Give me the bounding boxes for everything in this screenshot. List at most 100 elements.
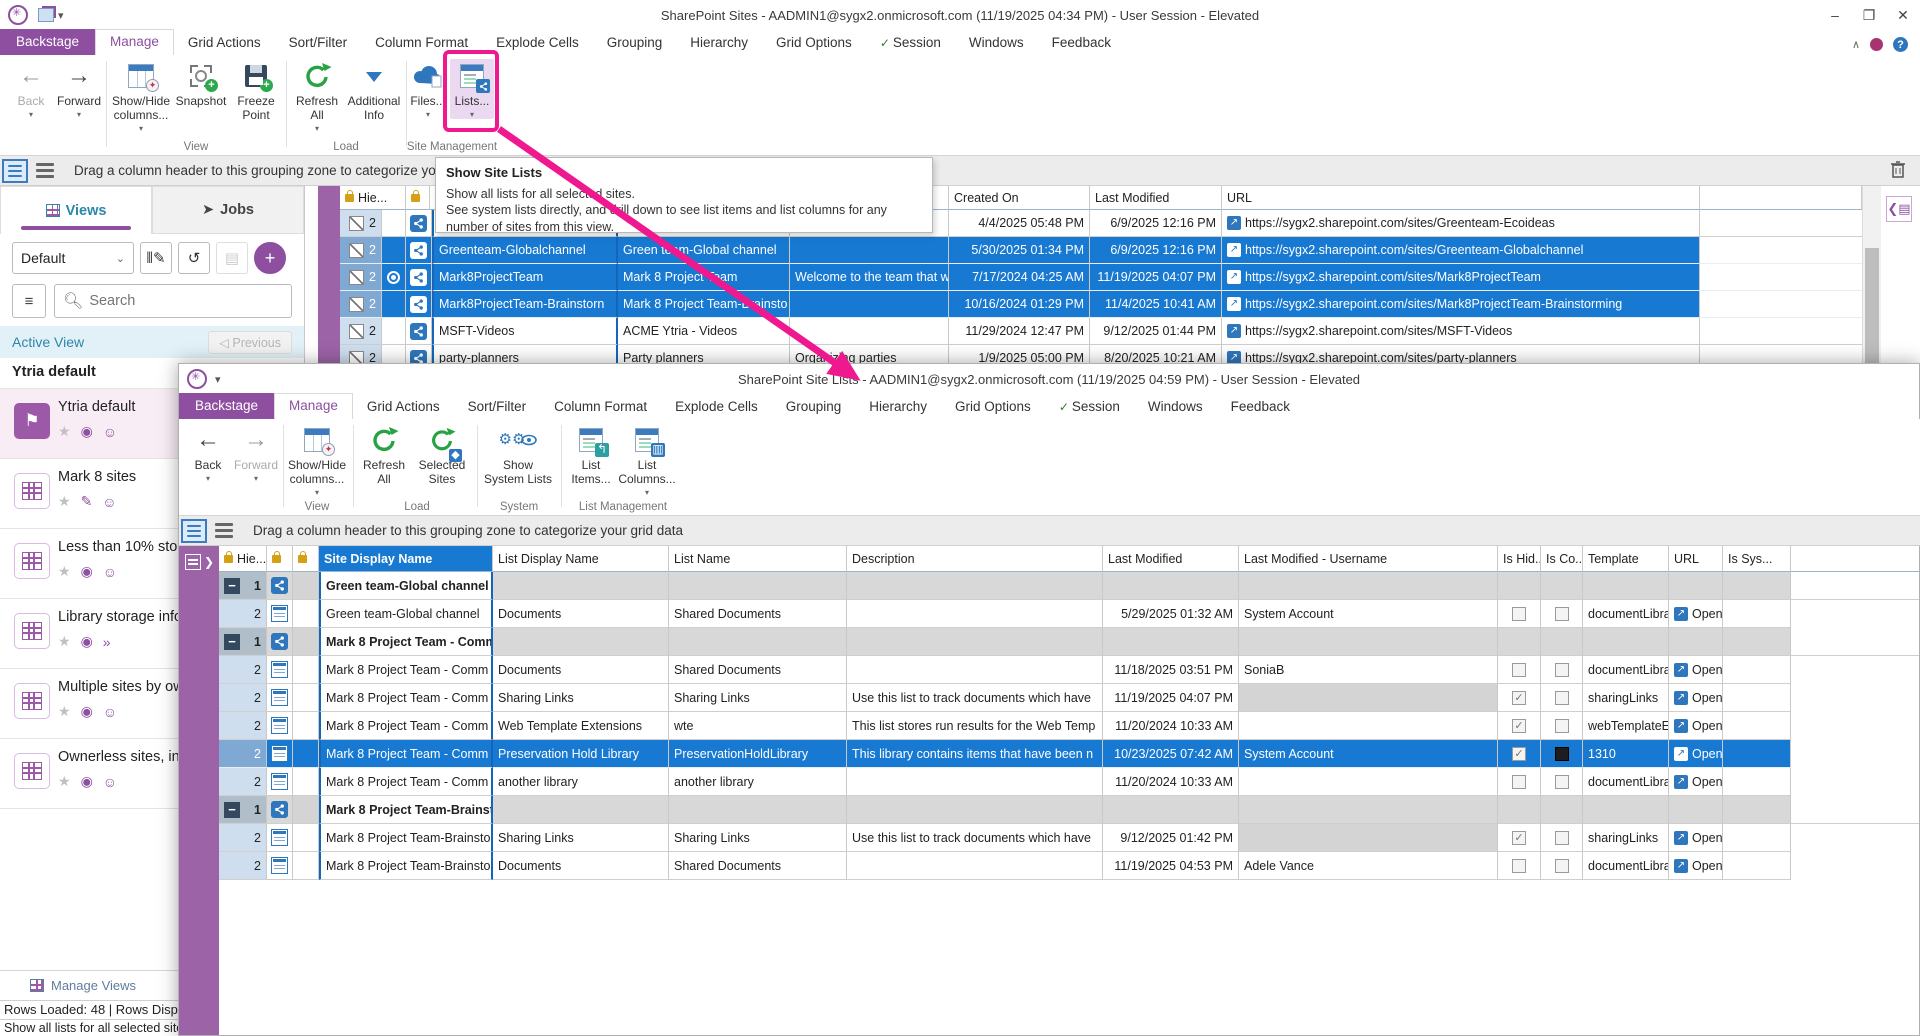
grid-tools-icon[interactable]: ❯ <box>185 554 215 570</box>
grid-view-toggle-icon[interactable] <box>2 159 28 183</box>
is-hidden-cell[interactable] <box>1498 656 1541 684</box>
username-cell[interactable] <box>1239 684 1498 712</box>
row-checkbox[interactable] <box>349 297 364 312</box>
column-header[interactable]: Last Modified <box>1090 186 1222 210</box>
open-list-icon[interactable]: ↗ <box>1674 719 1688 733</box>
last-modified-cell[interactable]: 10/23/2025 07:42 AM <box>1103 740 1239 768</box>
list-name-cell[interactable]: wte <box>669 712 847 740</box>
column-header[interactable]: Hie... <box>219 546 267 572</box>
username-cell[interactable]: System Account <box>1239 600 1498 628</box>
back-button[interactable]: ← Back▾ <box>10 59 52 119</box>
column-header[interactable]: URL <box>1669 546 1723 572</box>
list-view-toggle-icon[interactable] <box>211 519 237 543</box>
last-modified-cell[interactable]: 11/4/2025 10:41 AM <box>1090 291 1222 318</box>
site-name-cell[interactable]: party-planners <box>432 345 618 363</box>
list-name-cell[interactable]: Sharing Links <box>669 824 847 852</box>
description-cell[interactable] <box>847 600 1103 628</box>
description-cell[interactable] <box>790 291 949 318</box>
open-link[interactable]: Open <box>1692 691 1723 705</box>
column-header[interactable] <box>1791 546 1919 572</box>
url-open-cell[interactable]: ↗Open <box>1669 824 1723 852</box>
created-on-cell[interactable]: 10/16/2024 01:29 PM <box>949 291 1090 318</box>
chevrons-icon[interactable]: » <box>103 634 111 650</box>
smiley-icon[interactable]: ☺ <box>103 564 117 580</box>
selected-sites-button[interactable]: ◆ Selected Sites <box>415 423 469 487</box>
previous-button[interactable]: ◁ Previous <box>208 331 292 354</box>
is-catalog-checkbox[interactable] <box>1555 747 1569 761</box>
site-display-name-cell[interactable]: Mark 8 Project Team - Comm <box>319 768 493 796</box>
is-hidden-cell[interactable] <box>1498 740 1541 768</box>
open-url-icon[interactable]: ↗ <box>1227 216 1241 230</box>
open-link[interactable]: Open <box>1692 607 1723 621</box>
site-row[interactable]: 2Greenteam-GlobalchannelGreen team-Globa… <box>340 237 1862 264</box>
last-modified-cell[interactable]: 11/19/2025 04:07 PM <box>1103 684 1239 712</box>
description-cell[interactable] <box>847 768 1103 796</box>
column-header[interactable]: Site Display Name <box>319 546 493 572</box>
is-hidden-checkbox[interactable] <box>1512 663 1526 677</box>
url-open-cell[interactable]: ↗Open <box>1669 712 1723 740</box>
open-list-icon[interactable]: ↗ <box>1674 747 1688 761</box>
list-row[interactable]: 2Mark 8 Project Team - CommWeb Template … <box>219 712 1919 740</box>
last-modified-cell[interactable]: 11/20/2024 10:33 AM <box>1103 712 1239 740</box>
column-header[interactable]: List Name <box>669 546 847 572</box>
is-hidden-checkbox[interactable] <box>1512 607 1526 621</box>
template-cell[interactable]: documentLibrar <box>1583 656 1669 684</box>
tab-windows[interactable]: Windows <box>1134 395 1217 420</box>
list-row[interactable]: 2Mark 8 Project Team - Commanother libra… <box>219 768 1919 796</box>
smiley-icon[interactable]: ☺ <box>103 424 117 440</box>
forward-button[interactable]: → Forward▾ <box>233 423 279 483</box>
column-header[interactable]: URL <box>1222 186 1700 210</box>
is-hidden-cell[interactable] <box>1498 768 1541 796</box>
collapse-group-icon[interactable]: − <box>224 802 240 818</box>
is-catalog-cell[interactable] <box>1541 852 1583 880</box>
url-cell[interactable]: ↗https://sygx2.sharepoint.com/sites/Gree… <box>1222 237 1700 264</box>
is-hidden-checkbox[interactable] <box>1512 859 1526 873</box>
show-hide-columns-button[interactable]: ✦ Show/Hide columns...▾ <box>287 423 347 497</box>
column-header[interactable]: Is Co... <box>1541 546 1583 572</box>
close-button[interactable]: ✕ <box>1886 2 1920 28</box>
search-input[interactable] <box>89 293 283 309</box>
url-text[interactable]: https://sygx2.sharepoint.com/sites/MSFT-… <box>1245 324 1512 338</box>
is-catalog-checkbox[interactable] <box>1555 859 1569 873</box>
open-url-icon[interactable]: ↗ <box>1227 270 1241 284</box>
display-options-icon[interactable] <box>1870 38 1883 51</box>
filter-button[interactable]: ≡ <box>12 284 46 318</box>
sidebar-tab-jobs[interactable]: ➤Jobs <box>152 186 304 234</box>
url-cell[interactable]: ↗https://sygx2.sharepoint.com/sites/MSFT… <box>1222 318 1700 345</box>
template-cell[interactable]: webTemplateEx <box>1583 712 1669 740</box>
list-row[interactable]: 2Green team-Global channel DocumentsShar… <box>219 600 1919 628</box>
list-display-name-cell[interactable]: Sharing Links <box>493 684 669 712</box>
site-name-cell[interactable]: Mark8ProjectTeam <box>432 264 618 291</box>
tab-sort-filter[interactable]: Sort/Filter <box>454 395 541 420</box>
url-open-cell[interactable]: ↗Open <box>1669 852 1723 880</box>
url-open-cell[interactable]: ↗Open <box>1669 600 1723 628</box>
tab-backstage[interactable]: Backstage <box>0 29 95 56</box>
url-cell[interactable]: ↗https://sygx2.sharepoint.com/sites/part… <box>1222 345 1700 363</box>
minimize-button[interactable]: – <box>1818 2 1852 28</box>
quick-access-caret-icon[interactable]: ▾ <box>215 373 221 386</box>
is-catalog-cell[interactable] <box>1541 684 1583 712</box>
site-name-cell[interactable]: MSFT-Videos <box>432 318 618 345</box>
list-name-cell[interactable]: PreservationHoldLibrary <box>669 740 847 768</box>
list-name-cell[interactable]: Shared Documents <box>669 656 847 684</box>
site-display-name-cell[interactable]: Mark 8 Project Team - Comm <box>319 684 493 712</box>
tab-grouping[interactable]: Grouping <box>772 395 856 420</box>
row-checkbox[interactable] <box>349 243 364 258</box>
row-checkbox[interactable] <box>349 270 364 285</box>
last-modified-cell[interactable]: 5/29/2025 01:32 AM <box>1103 600 1239 628</box>
description-cell[interactable] <box>790 237 949 264</box>
list-view-toggle-icon[interactable] <box>32 159 58 183</box>
site-display-name-cell[interactable]: Mark 8 Project Team - Comm <box>319 740 493 768</box>
is-hidden-cell[interactable] <box>1498 684 1541 712</box>
tab-manage[interactable]: Manage <box>95 29 174 56</box>
tab-sort-filter[interactable]: Sort/Filter <box>275 31 362 56</box>
column-header[interactable] <box>267 546 293 572</box>
tab-feedback[interactable]: Feedback <box>1217 395 1304 420</box>
site-name-cell[interactable]: Greenteam-Globalchannel <box>432 237 618 264</box>
open-link[interactable]: Open <box>1692 775 1723 789</box>
sidebar-tab-views[interactable]: Views <box>0 186 152 234</box>
grid-view-toggle-icon[interactable] <box>181 519 207 543</box>
pen-icon[interactable]: ✎ <box>81 493 93 510</box>
username-cell[interactable]: Adele Vance <box>1239 852 1498 880</box>
template-cell[interactable]: sharingLinks <box>1583 824 1669 852</box>
